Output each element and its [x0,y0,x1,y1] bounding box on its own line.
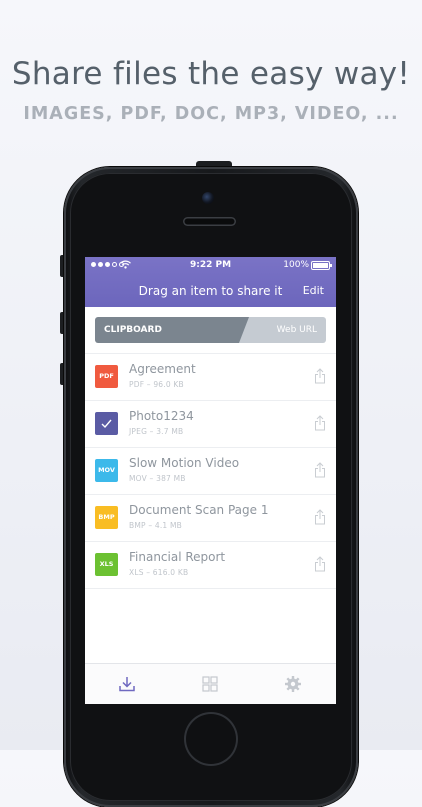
file-row-document-scan[interactable]: BMP Document Scan Page 1 BMP – 4.1 MB [85,495,336,542]
subheadline: IMAGES, PDF, DOC, MP3, VIDEO, ... [23,104,399,124]
checkmark-icon [101,419,112,429]
camera-icon [202,192,214,204]
file-name: Photo1234 [129,409,194,423]
file-row-financial-report[interactable]: XLS Financial Report XLS – 616.0 KB [85,542,336,589]
file-name: Agreement [129,362,196,376]
speaker-grille [183,217,236,226]
source-segmented-control: CLIPBOARD Web URL [95,317,326,343]
file-meta: MOV – 387 MB [129,474,186,483]
file-row-slow-motion-video[interactable]: MOV Slow Motion Video MOV – 387 MB [85,448,336,495]
status-bar: 9:22 PM 100% [85,257,336,273]
battery-percentage: 100% [283,260,309,270]
gear-icon[interactable] [283,674,303,694]
xls-file-icon: XLS [95,553,118,576]
headline: Share files the easy way! [11,56,411,92]
file-meta: BMP – 4.1 MB [129,521,182,530]
edit-button[interactable]: Edit [303,284,324,297]
segment-clipboard[interactable]: CLIPBOARD [95,317,249,343]
file-name: Slow Motion Video [129,456,240,470]
share-icon[interactable] [314,415,326,431]
segment-web-url[interactable]: Web URL [239,317,326,343]
share-icon[interactable] [314,462,326,478]
tab-bar [85,663,336,704]
file-meta: JPEG – 3.7 MB [129,427,184,436]
share-icon[interactable] [314,556,326,572]
grid-icon[interactable] [200,674,220,694]
file-list: PDF Agreement PDF – 96.0 KB Photo1234 JP… [85,353,336,589]
download-icon[interactable] [117,674,137,694]
file-name: Financial Report [129,550,226,564]
file-meta: PDF – 96.0 KB [129,380,184,389]
share-icon[interactable] [314,509,326,525]
image-file-icon [95,412,118,435]
bmp-file-icon: BMP [95,506,118,529]
home-button [184,712,238,766]
file-row-agreement[interactable]: PDF Agreement PDF – 96.0 KB [85,354,336,401]
battery-icon [311,261,332,270]
share-icon[interactable] [314,368,326,384]
file-row-photo1234[interactable]: Photo1234 JPEG – 3.7 MB [85,401,336,448]
mov-file-icon: MOV [95,459,118,482]
file-name: Document Scan Page 1 [129,503,269,517]
navigation-bar: 9:22 PM 100% Drag an item to share it Ed… [85,257,336,307]
file-meta: XLS – 616.0 KB [129,568,189,577]
pdf-file-icon: PDF [95,365,118,388]
phone-screen: 9:22 PM 100% Drag an item to share it Ed… [85,257,336,704]
nav-title: Drag an item to share it [138,284,283,298]
